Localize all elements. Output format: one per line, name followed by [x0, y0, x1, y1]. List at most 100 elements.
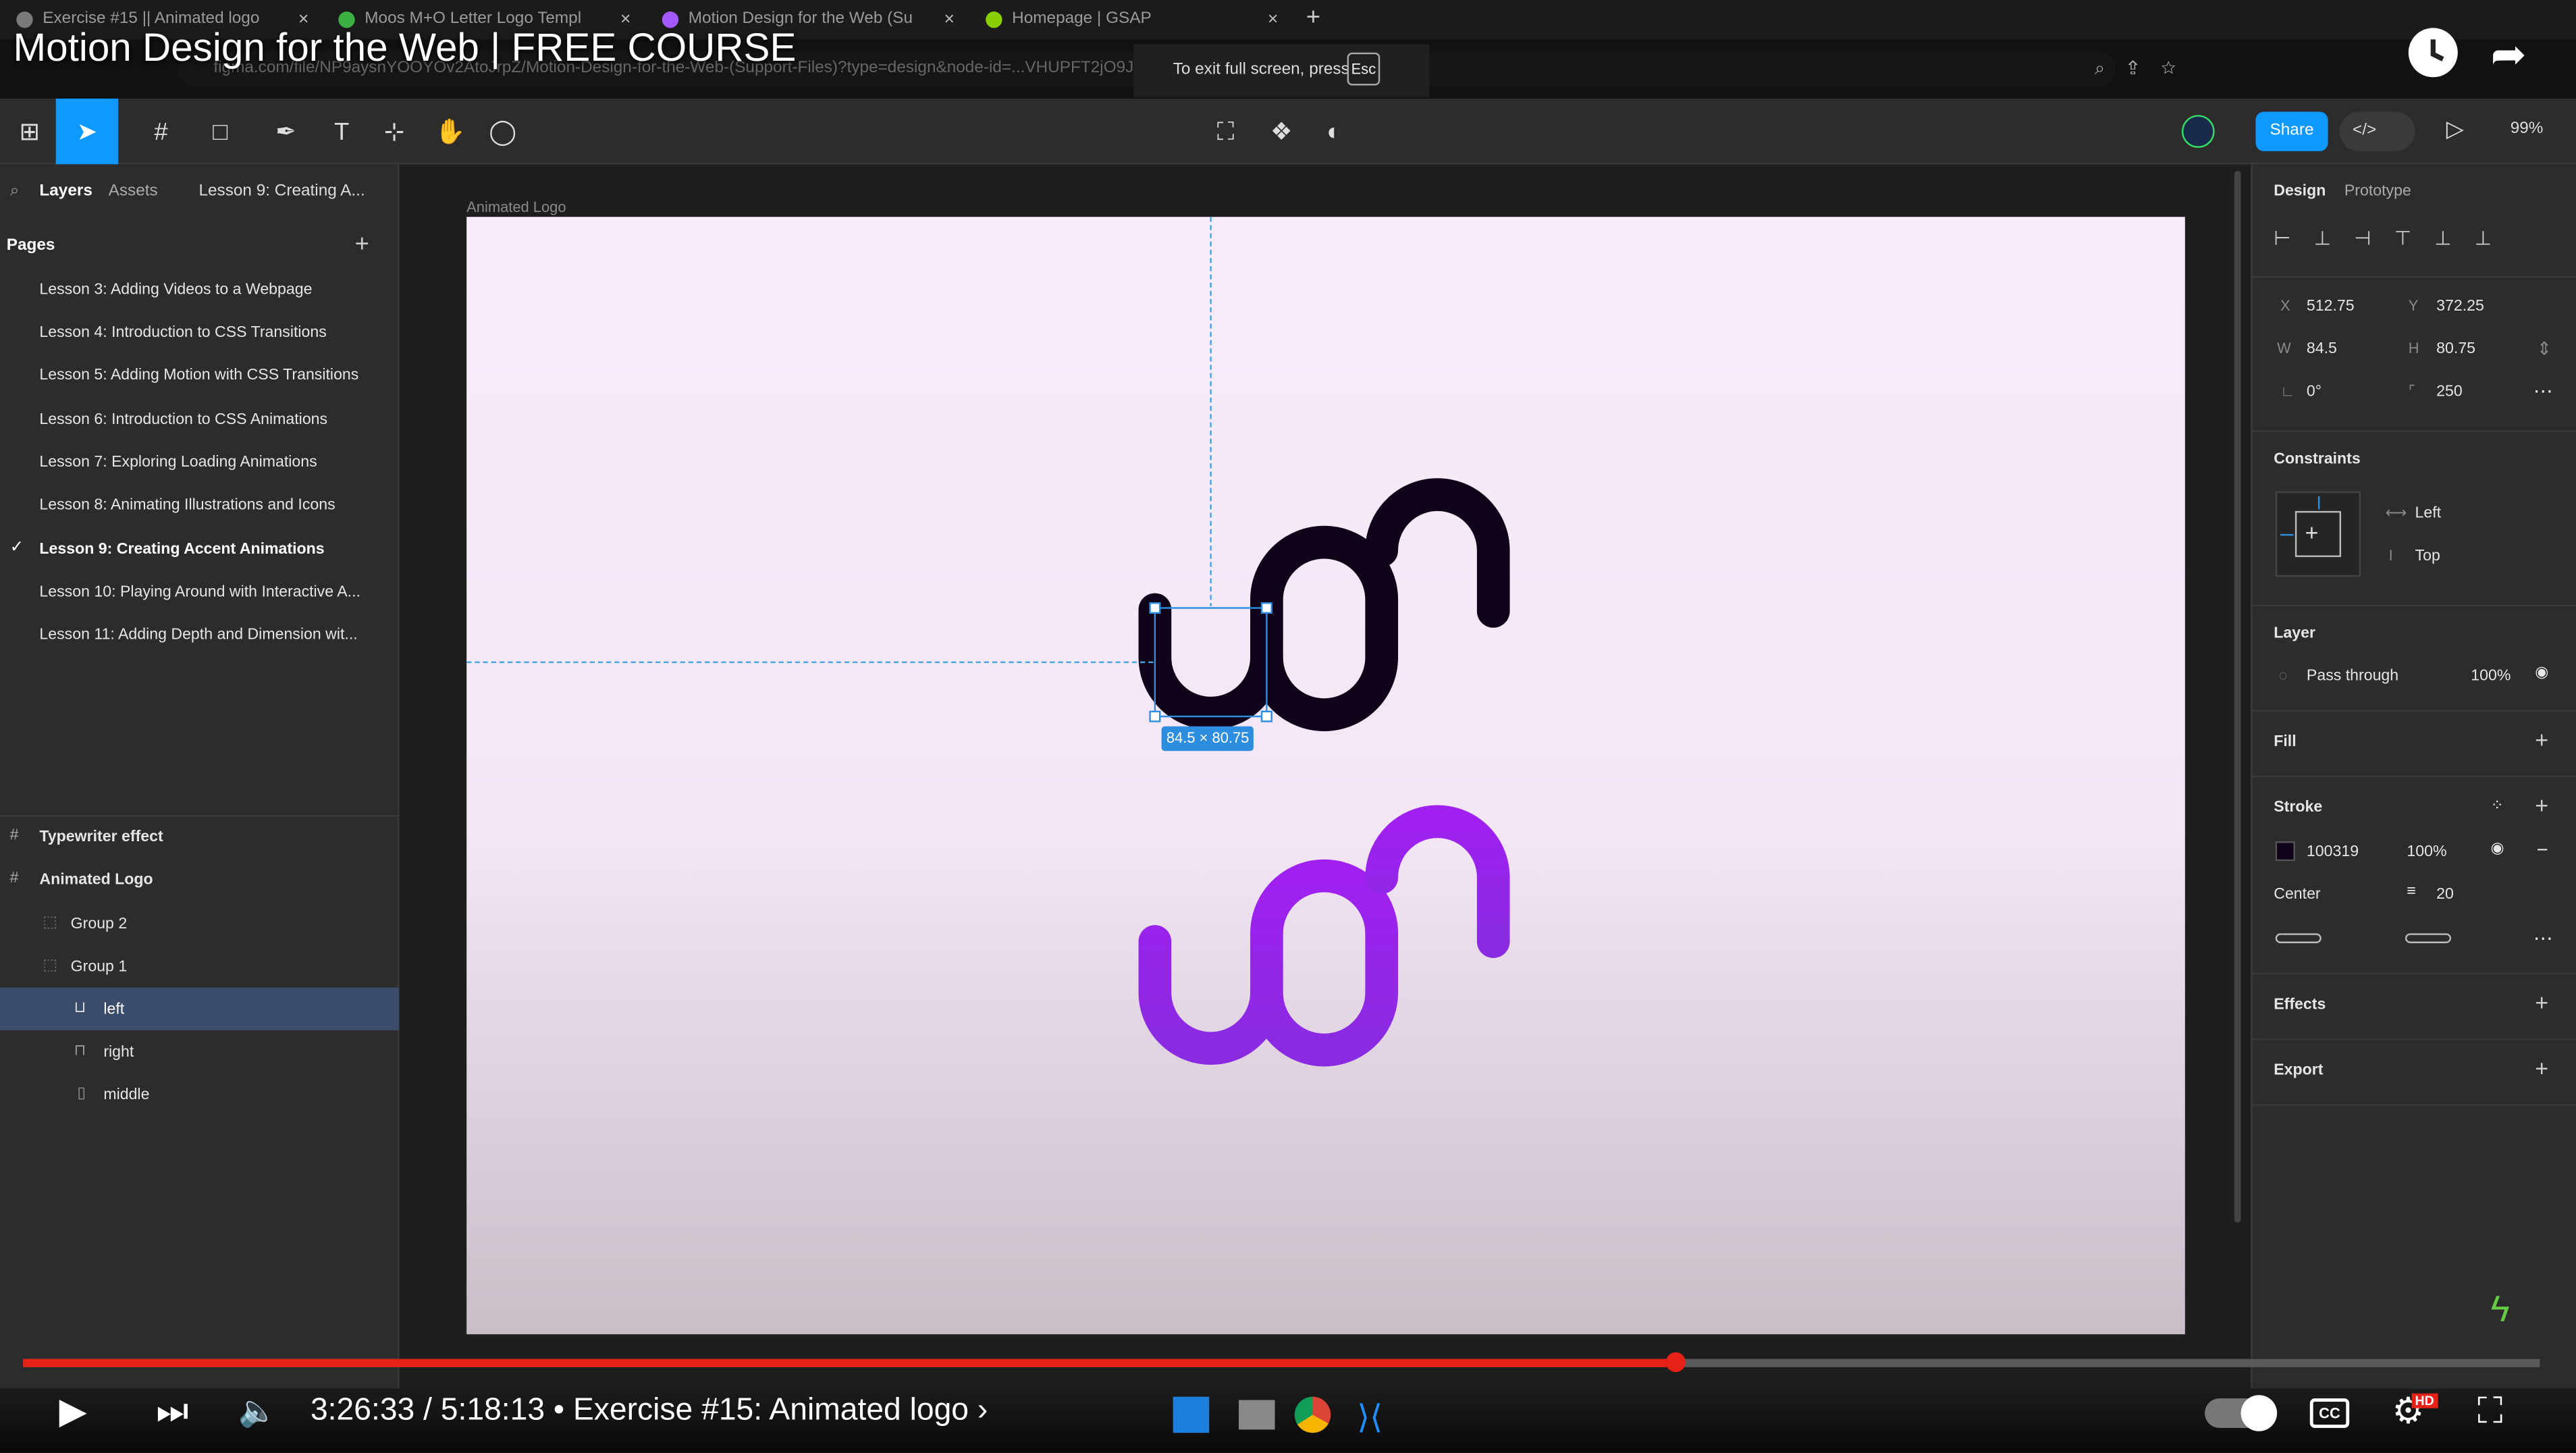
add-export-icon[interactable]: +: [2535, 1055, 2548, 1081]
chapter-title[interactable]: • Exercise #15: Animated logo ›: [554, 1394, 988, 1428]
x-field[interactable]: 512.75: [2307, 297, 2355, 315]
constraints-widget[interactable]: +: [2275, 491, 2361, 577]
page-item[interactable]: Lesson 7: Exploring Loading Animations: [39, 454, 317, 472]
share-icon[interactable]: ➦: [2490, 30, 2526, 80]
current-page-selector[interactable]: Lesson 9: Creating A...: [198, 182, 365, 201]
layer-item-selected[interactable]: left: [103, 1001, 124, 1019]
component-icon[interactable]: ❖: [1252, 99, 1311, 164]
vertical-scrollbar[interactable]: [2234, 171, 2241, 1223]
stroke-weight-field[interactable]: 20: [2436, 886, 2454, 904]
constraint-vertical-select[interactable]: Top: [2415, 547, 2440, 565]
search-icon[interactable]: ⌕: [10, 182, 20, 201]
more-icon[interactable]: ⋯: [2533, 379, 2553, 402]
stroke-color-swatch[interactable]: [2275, 841, 2295, 862]
page-item[interactable]: Lesson 8: Animating Illustrations and Ic…: [39, 496, 335, 514]
tab-prototype[interactable]: Prototype: [2344, 182, 2411, 201]
tab-layers[interactable]: Layers: [39, 182, 92, 201]
share-button[interactable]: Share: [2255, 111, 2328, 151]
layer-opacity-field[interactable]: 100%: [2471, 667, 2511, 685]
page-item-active[interactable]: Lesson 9: Creating Accent Animations: [39, 541, 324, 559]
resources-icon[interactable]: ⊹: [365, 99, 424, 164]
page-item[interactable]: Lesson 11: Adding Depth and Dimension wi…: [39, 626, 357, 644]
layer-item[interactable]: Group 2: [71, 916, 128, 934]
eye-icon[interactable]: ◉: [2490, 840, 2504, 858]
stroke-hex-field[interactable]: 100319: [2307, 843, 2359, 861]
captions-icon[interactable]: CC: [2309, 1398, 2350, 1428]
stroke-align-select[interactable]: Center: [2274, 886, 2320, 904]
close-icon[interactable]: ×: [1268, 3, 1279, 36]
tab-favicon: [16, 11, 33, 28]
page-item[interactable]: Lesson 3: Adding Videos to a Webpage: [39, 281, 312, 299]
video-title[interactable]: Motion Design for the Web | FREE COURSE: [13, 26, 796, 72]
align-icons[interactable]: ⊢⊥⊣⊤⊥⊥: [2274, 227, 2515, 250]
move-tool-icon[interactable]: ➤: [55, 99, 119, 165]
constrain-proportions-icon[interactable]: ⇕: [2537, 338, 2552, 360]
tab-favicon: [986, 11, 1002, 28]
vscode-icon[interactable]: ⟩⟨: [1357, 1397, 1383, 1438]
more-icon[interactable]: ⋯: [2533, 927, 2553, 950]
chrome-icon[interactable]: [1294, 1396, 1331, 1433]
volume-icon[interactable]: 🔈: [238, 1392, 277, 1431]
stroke-cap-end-select[interactable]: [2405, 933, 2452, 943]
exit-fullscreen-icon[interactable]: ⛶: [2477, 1390, 2502, 1433]
page-item[interactable]: Lesson 4: Introduction to CSS Transition…: [39, 323, 326, 342]
height-field[interactable]: 80.75: [2436, 340, 2475, 359]
present-icon[interactable]: ▷: [2446, 115, 2464, 142]
add-stroke-icon[interactable]: +: [2535, 792, 2548, 818]
style-grid-icon[interactable]: ⁘: [2490, 797, 2503, 815]
blend-mode-select[interactable]: Pass through: [2307, 667, 2398, 685]
main-menu-icon[interactable]: ⊞: [0, 99, 59, 164]
play-icon[interactable]: ▶: [59, 1390, 87, 1433]
layer-item[interactable]: right: [103, 1043, 134, 1061]
page-item[interactable]: Lesson 5: Adding Motion with CSS Transit…: [39, 367, 358, 385]
text-tool-icon[interactable]: T: [312, 99, 371, 164]
layer-item[interactable]: Typewriter effect: [39, 828, 163, 847]
page-item[interactable]: Lesson 6: Introduction to CSS Animations: [39, 411, 327, 429]
frame-label[interactable]: Animated Logo: [466, 199, 566, 215]
lightning-icon[interactable]: ϟ: [2490, 1288, 2509, 1331]
windows-start-icon[interactable]: [1173, 1396, 1210, 1433]
layer-item[interactable]: Animated Logo: [39, 871, 153, 889]
resize-handle[interactable]: [1260, 710, 1272, 722]
layer-item[interactable]: middle: [103, 1086, 149, 1105]
mask-icon[interactable]: ◐: [1304, 99, 1364, 164]
new-tab-icon[interactable]: +: [1306, 3, 1320, 31]
constraint-horizontal-select[interactable]: Left: [2415, 504, 2442, 523]
browser-tab[interactable]: Homepage | GSAP ×: [976, 3, 1288, 36]
corner-radius-field[interactable]: 250: [2436, 383, 2463, 401]
stroke-opacity-field[interactable]: 100%: [2407, 843, 2446, 861]
hand-tool-icon[interactable]: ✋: [421, 99, 480, 164]
browser-toolbar-icons[interactable]: ⌕⇪☆: [2095, 59, 2199, 81]
layer-heading: Layer: [2274, 624, 2315, 643]
layer-item[interactable]: Group 1: [71, 958, 128, 976]
taskview-icon[interactable]: [1239, 1400, 1275, 1430]
remove-stroke-icon[interactable]: −: [2537, 838, 2548, 861]
resize-handle[interactable]: [1260, 602, 1272, 614]
page-item[interactable]: Lesson 10: Playing Around with Interacti…: [39, 583, 360, 602]
tab-assets[interactable]: Assets: [109, 182, 158, 201]
resize-handle[interactable]: [1149, 710, 1161, 722]
crop-icon[interactable]: ⛶: [1196, 99, 1256, 164]
close-icon[interactable]: ×: [944, 3, 955, 36]
comment-icon[interactable]: ◯: [473, 99, 533, 164]
avatar[interactable]: [2181, 115, 2215, 149]
autoplay-toggle[interactable]: [2205, 1395, 2278, 1431]
pen-tool-icon[interactable]: ✒: [257, 99, 316, 164]
add-fill-icon[interactable]: +: [2535, 726, 2548, 753]
add-effect-icon[interactable]: +: [2535, 989, 2548, 1015]
width-field[interactable]: 84.5: [2307, 340, 2337, 359]
stroke-cap-start-select[interactable]: [2275, 933, 2322, 943]
add-page-icon[interactable]: +: [355, 230, 369, 258]
tab-design[interactable]: Design: [2274, 182, 2326, 201]
eye-icon[interactable]: ◉: [2535, 664, 2548, 682]
frame-tool-icon[interactable]: #: [132, 99, 191, 164]
dev-mode-toggle[interactable]: </>: [2339, 111, 2415, 151]
progress-scrubber[interactable]: [1665, 1352, 1686, 1373]
zoom-level[interactable]: 99%: [2511, 120, 2544, 138]
rotation-field[interactable]: 0°: [2307, 383, 2322, 401]
shape-tool-icon[interactable]: □: [190, 99, 250, 164]
y-field[interactable]: 372.25: [2436, 297, 2484, 315]
watch-later-icon[interactable]: [2408, 28, 2458, 78]
next-icon[interactable]: ⏭: [156, 1390, 188, 1433]
resize-handle[interactable]: [1149, 602, 1161, 614]
